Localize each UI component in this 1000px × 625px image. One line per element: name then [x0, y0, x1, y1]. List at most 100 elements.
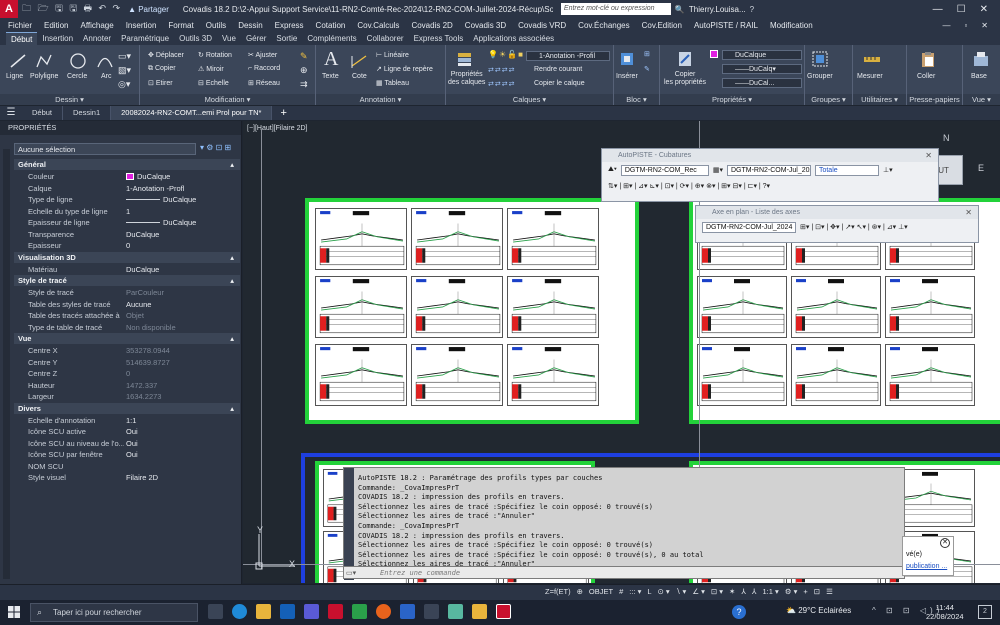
doc-close-button[interactable]: ✕: [981, 21, 988, 30]
property-row[interactable]: Icône SCU au niveau de l'o... Oui: [14, 438, 240, 449]
menu-modification[interactable]: Modification: [770, 21, 813, 30]
tab-express-tools[interactable]: Express Tools: [409, 32, 469, 45]
selection-dropdown[interactable]: Aucune sélection: [14, 143, 196, 155]
menu-dessin[interactable]: Dessin: [238, 21, 262, 30]
menu-express[interactable]: Express: [275, 21, 304, 30]
menu-cotation[interactable]: Cotation: [316, 21, 346, 30]
maximize-button[interactable]: ☐: [957, 4, 966, 15]
word-icon[interactable]: [400, 604, 415, 619]
tab-outils-3d[interactable]: Outils 3D: [174, 32, 217, 45]
property-row[interactable]: Matériau DuCalque: [14, 264, 240, 275]
lineaire-button[interactable]: ⊢ Linéaire: [376, 51, 409, 59]
arc-button[interactable]: Arc: [101, 73, 112, 80]
group-annotation-title[interactable]: Annotation ▾: [316, 94, 445, 105]
tab-collaborer[interactable]: Collaborer: [362, 32, 409, 45]
status-toggle[interactable]: 1:1 ▾: [763, 587, 779, 596]
close-icon[interactable]: ✕: [925, 149, 932, 162]
doc-restore-button[interactable]: ▫: [964, 21, 967, 30]
tab-applications-associees[interactable]: Applications associées: [468, 32, 559, 45]
pencil-icon[interactable]: ✎: [300, 51, 308, 62]
status-toggle[interactable]: ⊕: [577, 587, 583, 596]
menu-cov-edition[interactable]: Cov.Edition: [642, 21, 682, 30]
layer-properties-icon[interactable]: [456, 50, 474, 68]
command-window-grip[interactable]: [344, 468, 354, 580]
echelle-button[interactable]: ⊟ Echelle: [198, 79, 229, 87]
chevron-up-icon[interactable]: ▴: [230, 403, 234, 414]
menu-outils[interactable]: Outils: [206, 21, 226, 30]
group-presse-papiers-title[interactable]: Presse-papiers: [907, 94, 962, 105]
boundary-icon[interactable]: ◎▾: [118, 79, 130, 90]
texte-button[interactable]: Texte: [322, 73, 339, 80]
user-account[interactable]: Thierry.Louisa...: [689, 5, 746, 14]
circle-icon[interactable]: [69, 52, 87, 70]
property-value[interactable]: 1-Anotation -Profl: [126, 183, 238, 194]
status-toggle[interactable]: ∖ ▾: [676, 587, 687, 596]
status-toggle[interactable]: Z=f(ET): [545, 587, 571, 596]
windows-start-icon[interactable]: [8, 606, 20, 618]
table-icon[interactable]: ▦▾: [713, 166, 723, 174]
property-value[interactable]: 0: [126, 240, 238, 251]
menu-edition[interactable]: Edition: [44, 21, 68, 30]
group-bloc-title[interactable]: Bloc ▾: [614, 94, 659, 105]
axes-combo[interactable]: DGTM-RN2-COM-Jul_2024: [702, 221, 796, 233]
property-value[interactable]: DuCalque: [126, 171, 238, 182]
property-value[interactable]: Non disponible: [126, 322, 238, 333]
mesurer-button[interactable]: Mesurer: [857, 73, 883, 80]
chevron-up-icon[interactable]: ▴: [230, 252, 234, 263]
group-utilitaires-title[interactable]: Utilitaires ▾: [853, 94, 906, 105]
status-toggle[interactable]: L: [647, 587, 651, 596]
group-groupes-title[interactable]: Groupes ▾: [805, 94, 852, 105]
property-row[interactable]: Type de ligne DuCalque: [14, 194, 240, 205]
chevron-up-icon[interactable]: ▴: [230, 333, 234, 344]
property-value[interactable]: 1634.2273: [126, 391, 238, 402]
status-toggle[interactable]: ::: ▾: [629, 587, 641, 596]
edge-icon[interactable]: [232, 604, 247, 619]
layer-combo[interactable]: 1-Anotation -Profil: [526, 51, 610, 61]
menu-format[interactable]: Format: [168, 21, 193, 30]
property-row[interactable]: Hauteur 1472.337: [14, 380, 240, 391]
measure-icon[interactable]: [863, 50, 881, 68]
match-properties-icon[interactable]: [676, 50, 694, 68]
menu-covadis-3d[interactable]: Covadis 3D: [465, 21, 506, 30]
copier-calque-button[interactable]: Copier le calque: [534, 80, 585, 87]
rotation-button[interactable]: ↻ Rotation: [198, 51, 232, 59]
property-value[interactable]: DuCalque: [126, 229, 238, 240]
property-value[interactable]: DuCalque: [126, 217, 238, 228]
section-header[interactable]: Visualisation 3D ▴: [14, 251, 240, 263]
property-row[interactable]: Centre Z 0: [14, 368, 240, 379]
property-row[interactable]: Echelle d'annotation 1:1: [14, 415, 240, 426]
property-row[interactable]: Epaisseur 0: [14, 240, 240, 251]
axes-toolbar-header[interactable]: Axe en plan - Liste des axes ✕: [696, 206, 978, 219]
etirer-button[interactable]: ⊡ Etirer: [148, 79, 173, 87]
property-row[interactable]: Echelle du type de ligne 1: [14, 206, 240, 217]
menu-cov-calculs[interactable]: Cov.Calculs: [357, 21, 399, 30]
search-icon[interactable]: 🔍: [675, 5, 685, 14]
property-value[interactable]: Filaire 2D: [126, 472, 238, 483]
menu-cov-echanges[interactable]: Cov.Échanges: [578, 21, 629, 30]
property-value[interactable]: 0: [126, 368, 238, 379]
property-value[interactable]: Oui: [126, 426, 238, 437]
status-toggle[interactable]: ⊡ ▾: [711, 587, 723, 596]
chart-icon[interactable]: ⊥▾: [883, 166, 893, 174]
text-icon[interactable]: A: [324, 48, 338, 71]
minimize-button[interactable]: —: [933, 4, 943, 15]
menu-affichage[interactable]: Affichage: [80, 21, 113, 30]
ligne-button[interactable]: Ligne: [6, 73, 23, 80]
create-block-icon[interactable]: ⊞: [644, 50, 650, 58]
folder-icon[interactable]: [472, 604, 487, 619]
property-row[interactable]: Calque 1-Anotation -Profl: [14, 183, 240, 194]
cubature-icon[interactable]: ⛰▾: [608, 166, 617, 174]
tab-gerer[interactable]: Gérer: [241, 32, 271, 45]
group-modification-title[interactable]: Modification ▾: [140, 94, 315, 105]
status-toggle[interactable]: ☰: [826, 587, 833, 596]
doc-tab-dessin1[interactable]: Dessin1: [63, 106, 112, 120]
tableau-button[interactable]: ▦ Tableau: [376, 79, 409, 87]
tab-vue[interactable]: Vue: [217, 32, 241, 45]
hatch-icon[interactable]: ▧▾: [118, 65, 131, 76]
section-header[interactable]: Général ▴: [14, 159, 240, 170]
tab-debut[interactable]: Début: [6, 32, 38, 45]
teams-icon[interactable]: [304, 604, 319, 619]
linetype-combo[interactable]: ——DuCalq▾: [722, 64, 802, 74]
quick-access-toolbar[interactable]: 🗀 🗁 🖫 🖫 🖶 ↶ ↷: [22, 1, 122, 17]
notepad-icon[interactable]: [448, 604, 463, 619]
